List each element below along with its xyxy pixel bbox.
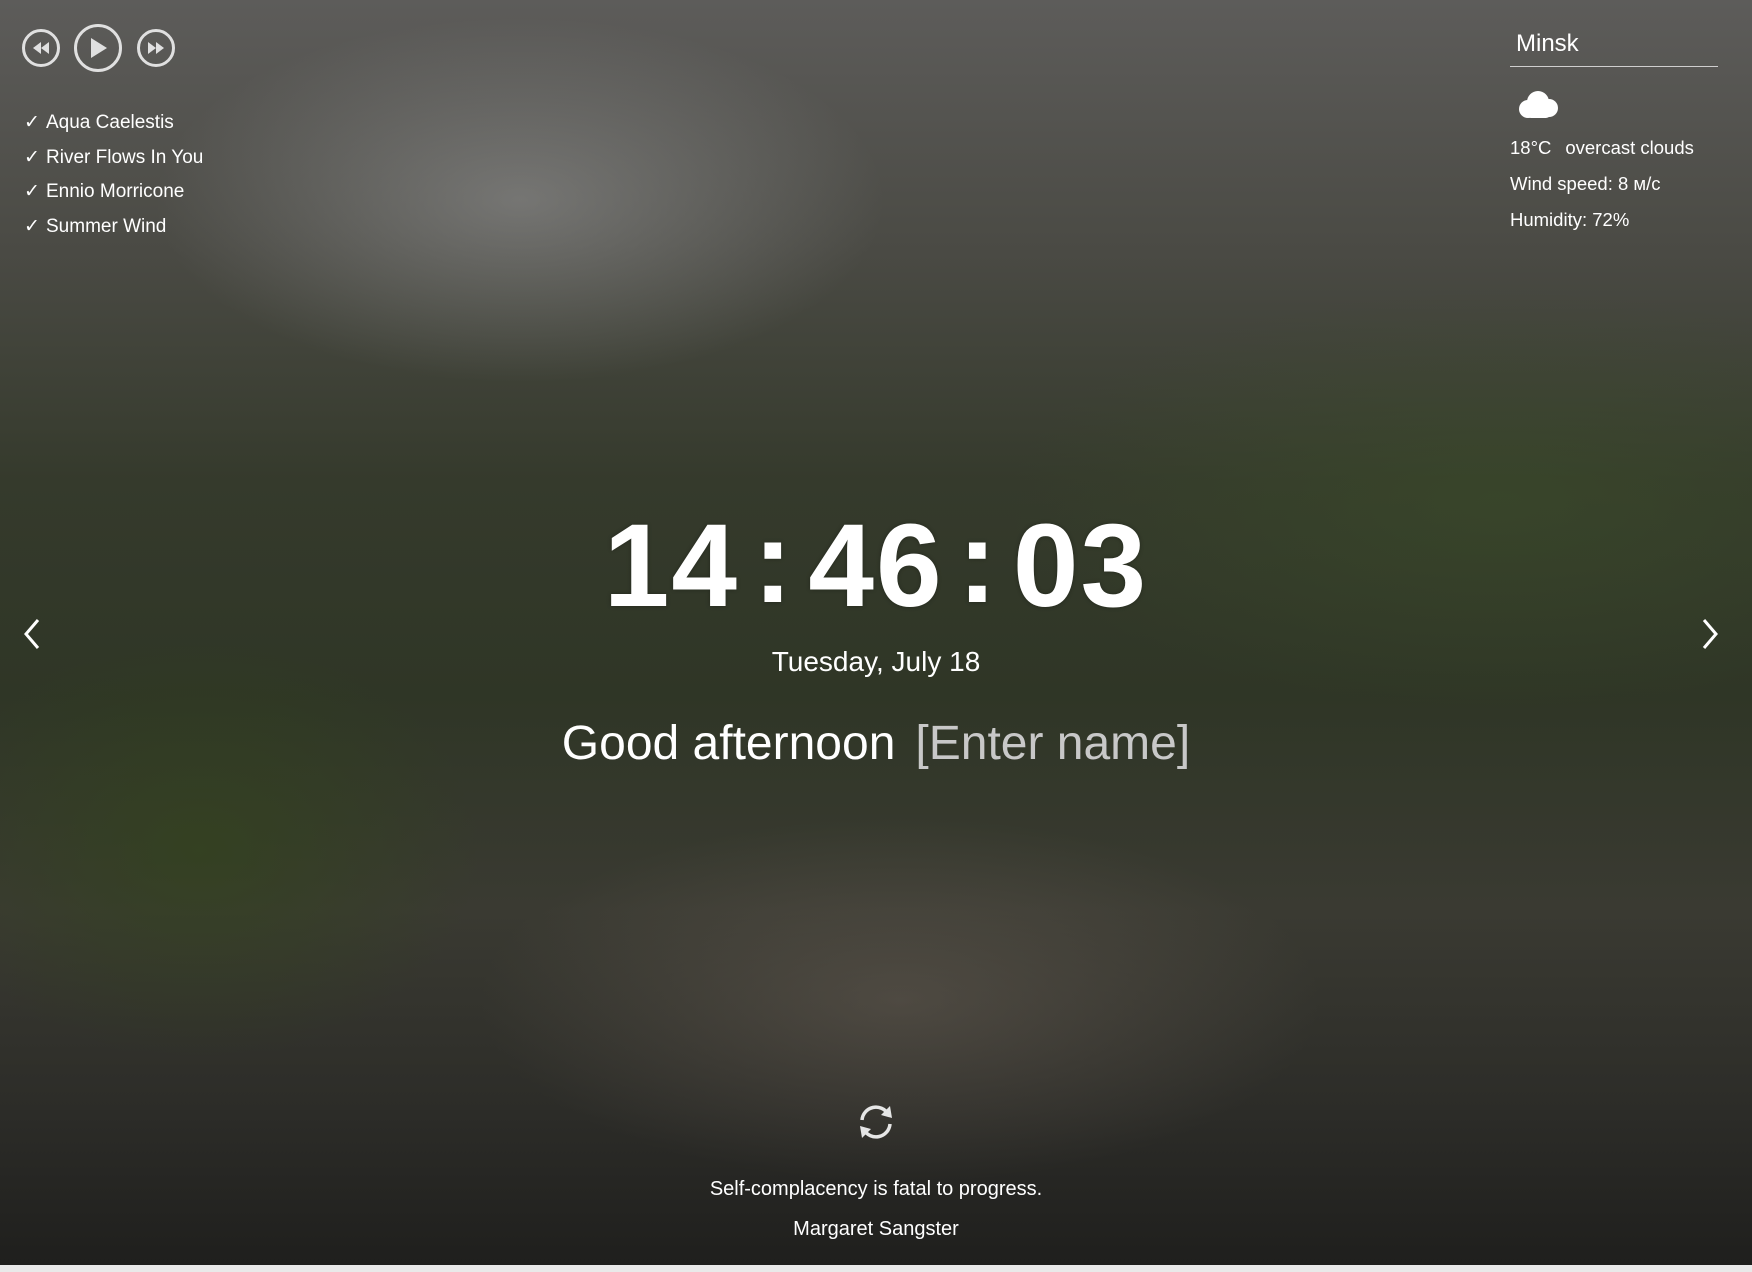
clock-minutes: 46 [808, 500, 944, 632]
checkmark-icon: ✓ [24, 181, 40, 202]
weather-widget: Minsk 18°C overcast clouds Wind speed: 8 … [1510, 28, 1718, 237]
weather-description: overcast clouds [1565, 137, 1694, 158]
playlist: ✓ Aqua Caelestis ✓ River Flows In You ✓ … [24, 112, 203, 250]
date: Tuesday, July 18 [771, 646, 981, 677]
clock-separator: : [957, 496, 999, 628]
clock-seconds: 03 [1012, 500, 1149, 632]
refresh-icon [860, 1105, 892, 1139]
checkmark-icon: ✓ [24, 215, 40, 237]
playlist-item[interactable]: ✓ River Flows In You [24, 147, 203, 182]
play-button[interactable] [74, 24, 122, 72]
name-input[interactable]: [Enter name] [915, 717, 1190, 770]
bottom-strip [0, 1265, 1752, 1272]
clock: 14:46:03 [0, 496, 1752, 634]
weather-summary: 18°C overcast clouds [1510, 137, 1718, 165]
checkmark-icon: ✓ [24, 146, 40, 168]
next-track-button[interactable] [137, 29, 175, 67]
fast-forward-icon [148, 42, 164, 54]
playlist-item[interactable]: ✓ Ennio Morricone [24, 181, 203, 216]
track-title: Ennio Morricone [46, 181, 185, 202]
change-quote-button[interactable] [854, 1100, 898, 1144]
playlist-item[interactable]: ✓ Aqua Caelestis [24, 112, 203, 147]
quote-text: Self-complacency is fatal to progress. [709, 1178, 1043, 1200]
audio-player [22, 24, 175, 72]
humidity: Humidity: 72% [1510, 209, 1630, 230]
clock-hours: 14 [603, 500, 740, 632]
cloud-icon [1514, 89, 1718, 123]
clock-separator: : [753, 496, 795, 628]
track-title: Aqua Caelestis [46, 112, 174, 133]
play-icon [91, 38, 107, 58]
track-title: River Flows In You [46, 146, 204, 168]
greeting: Good afternoon [Enter name] [0, 716, 1752, 771]
checkmark-icon: ✓ [24, 112, 40, 133]
city-input[interactable]: Minsk [1510, 28, 1718, 67]
rewind-icon [33, 42, 49, 54]
track-title: Summer Wind [46, 215, 167, 237]
previous-track-button[interactable] [22, 29, 60, 67]
playlist-item[interactable]: ✓ Summer Wind [24, 216, 203, 251]
temperature: 18°C [1510, 137, 1552, 158]
quote-author: Margaret Sangster [793, 1218, 959, 1240]
greeting-text: Good afternoon [561, 717, 896, 770]
wind-speed: Wind speed: 8 м/с [1510, 173, 1661, 194]
